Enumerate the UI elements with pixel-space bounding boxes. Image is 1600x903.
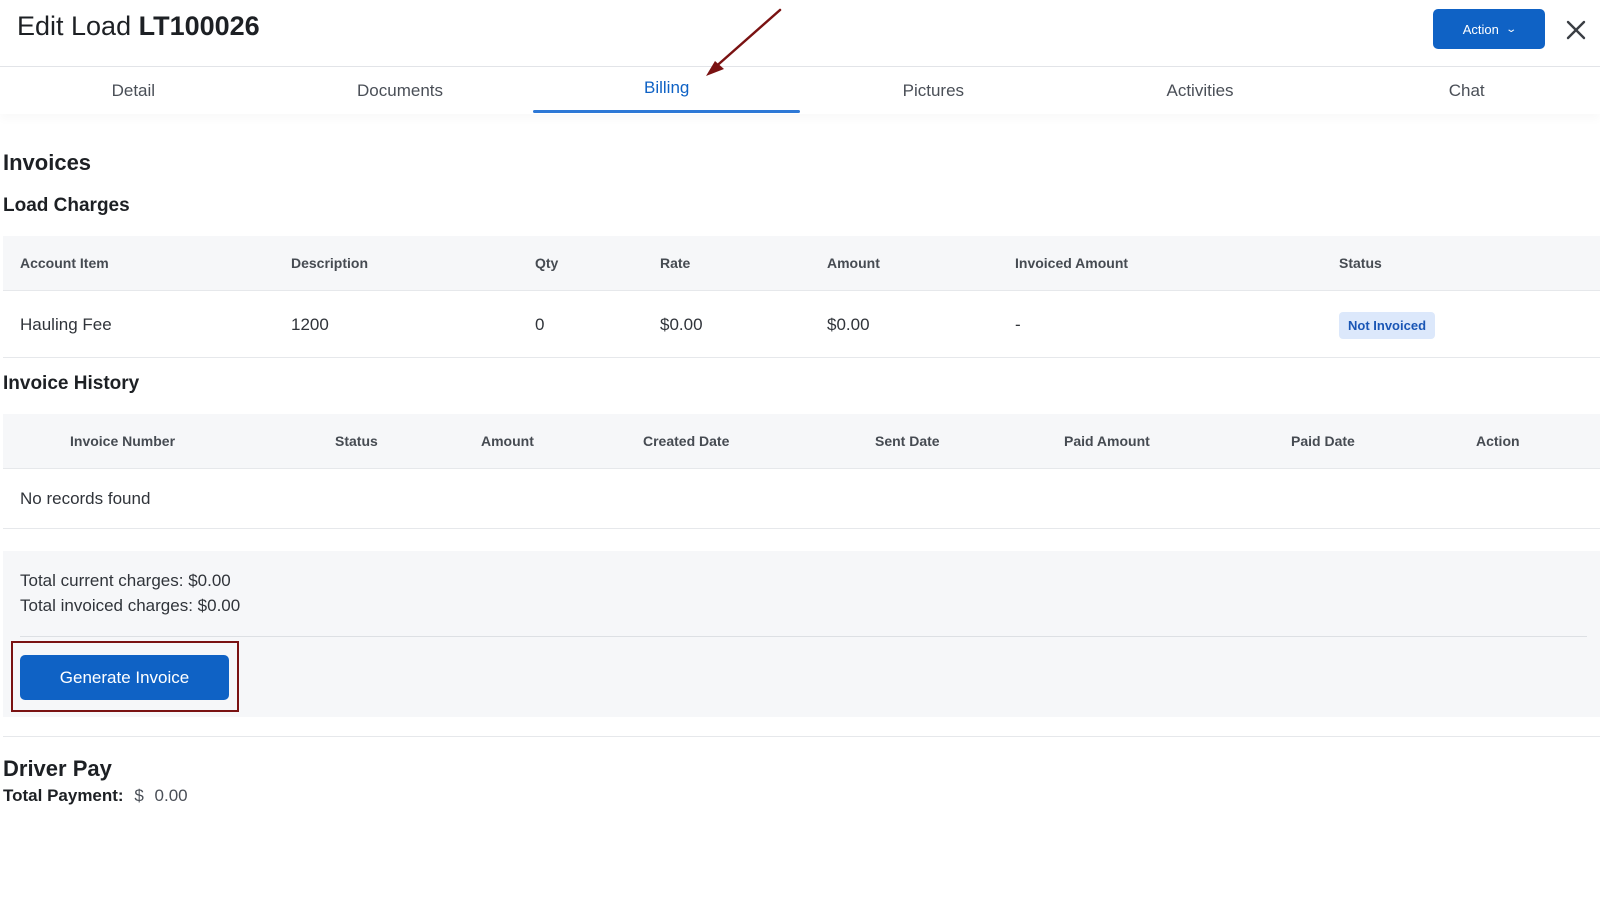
tab-bar: Detail Documents Billing Pictures Activi… [0,67,1600,114]
total-payment-value: 0.00 [154,786,188,805]
tab-pictures[interactable]: Pictures [800,67,1067,114]
total-current-charges: Total current charges: $0.00 [20,571,231,590]
divider [3,736,1600,737]
invoices-heading: Invoices [3,150,92,175]
cell-qty: 0 [535,315,545,334]
tab-activities[interactable]: Activities [1067,67,1334,114]
column-header: Action [1476,433,1520,449]
generate-invoice-button[interactable]: Generate Invoice [20,655,229,700]
load-charges-heading: Load Charges [3,195,130,216]
currency-symbol: $ [134,786,144,805]
empty-message: No records found [20,489,151,508]
action-button[interactable]: Action ⌄ [1433,9,1545,49]
divider [20,636,1587,637]
table-row[interactable]: Hauling Fee 1200 0 $0.00 $0.00 - Not Inv… [3,291,1600,358]
column-header: Description [291,255,369,271]
page-title: Edit Load LT100026 [17,11,260,42]
modal-header: Edit Load LT100026 Action ⌄ [0,0,1600,67]
action-label: Action [1462,21,1499,37]
load-id: LT100026 [138,11,260,41]
column-header: Amount [827,255,880,271]
column-header: Invoice Number [70,433,176,449]
tab-chat[interactable]: Chat [1333,67,1600,114]
column-header: Paid Amount [1064,433,1150,449]
driver-pay-heading: Driver Pay [3,756,112,781]
chevron-down-icon: ⌄ [1505,23,1517,35]
total-payment-label: Total Payment: [3,786,124,805]
totals-panel: Total current charges: $0.00 Total invoi… [3,551,1600,717]
status-badge: Not Invoiced [1339,312,1436,339]
cell-invoiced-amount: - [1015,315,1021,334]
column-header: Rate [660,255,691,271]
column-header: Qty [535,255,559,271]
total-invoiced-charges: Total invoiced charges: $0.00 [20,596,241,615]
table-header: Invoice Number Status Amount Created Dat… [3,414,1600,469]
tab-detail[interactable]: Detail [0,67,267,114]
invoice-history-heading: Invoice History [3,373,140,394]
tab-documents[interactable]: Documents [267,67,534,114]
title-prefix: Edit Load [17,11,132,41]
column-header: Created Date [643,433,730,449]
cell-account-item: Hauling Fee [20,315,112,334]
column-header: Account Item [20,255,109,271]
column-header: Paid Date [1291,433,1355,449]
empty-row: No records found [3,469,1600,529]
close-icon[interactable] [1562,16,1590,44]
column-header: Status [1339,255,1382,271]
cell-rate: $0.00 [660,315,703,334]
cell-description: 1200 [291,315,329,334]
column-header: Status [335,433,378,449]
table-header: Account Item Description Qty Rate Amount… [3,236,1600,291]
invoice-history-table: Invoice Number Status Amount Created Dat… [3,414,1600,529]
load-charges-table: Account Item Description Qty Rate Amount… [3,236,1600,358]
cell-amount: $0.00 [827,315,870,334]
column-header: Sent Date [875,433,940,449]
column-header: Amount [481,433,534,449]
annotation-arrow [706,8,782,76]
edit-load-page: Edit Load LT100026 Action ⌄ Detail Docum… [0,0,1600,903]
total-payment: Total Payment: $ 0.00 [3,786,188,806]
column-header: Invoiced Amount [1015,255,1129,271]
